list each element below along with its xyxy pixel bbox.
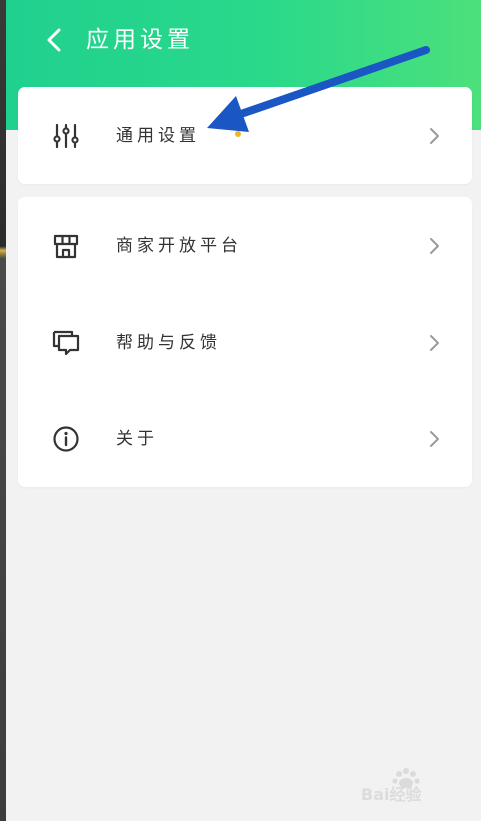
settings-group-more: 商家开放平台 帮助与反馈 关于 [18, 197, 472, 487]
chevron-right-icon [430, 127, 439, 144]
menu-item-merchant-platform[interactable]: 商家开放平台 [18, 197, 472, 294]
settings-group-general: 通用设置 [18, 87, 472, 184]
watermark-logo-icon: Bai经验 [361, 768, 422, 804]
menu-item-label: 帮助与反馈 [116, 332, 221, 353]
info-icon [53, 425, 79, 452]
page-title: 应用设置 [86, 27, 194, 53]
menu-item-label: 通用设置 [116, 125, 200, 146]
chevron-right-icon [430, 334, 439, 351]
menu-item-about[interactable]: 关于 [18, 390, 472, 487]
chevron-right-icon [430, 430, 439, 447]
chevron-left-icon [47, 28, 61, 52]
chevron-right-icon [430, 237, 439, 254]
back-button[interactable] [36, 22, 72, 58]
sliders-icon [53, 123, 79, 148]
menu-item-help-feedback[interactable]: 帮助与反馈 [18, 294, 472, 391]
watermark-text: Bai经验 [361, 785, 422, 804]
menu-item-label: 商家开放平台 [116, 235, 242, 256]
chat-feedback-icon [52, 330, 80, 355]
storefront-icon [53, 234, 79, 258]
menu-item-general-settings[interactable]: 通用设置 [18, 87, 472, 184]
menu-item-label: 关于 [116, 428, 158, 449]
